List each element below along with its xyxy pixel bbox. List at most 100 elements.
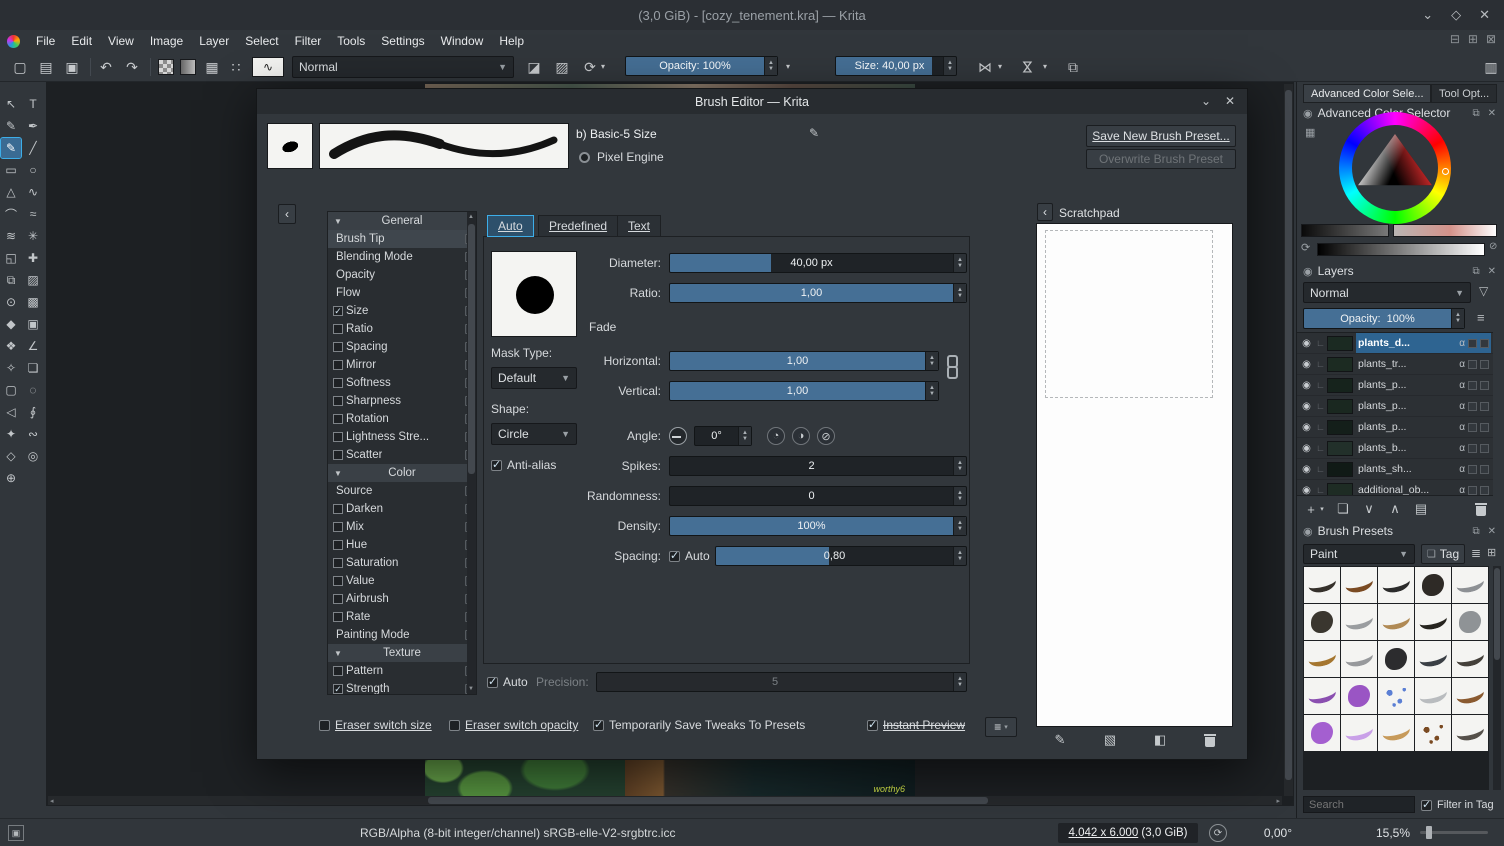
layer-row[interactable]: ◉ ∟ plants_p... α <box>1297 396 1493 417</box>
docker-settings-icon[interactable]: ◉ <box>1303 525 1313 538</box>
close-docker-icon[interactable]: ✕ <box>1488 108 1496 119</box>
angle-half-icon[interactable]: ◑ <box>792 427 810 445</box>
layer-main[interactable]: plants_p... α <box>1356 396 1491 416</box>
layer-row[interactable]: ◉ ∟ additional_ob... α <box>1297 480 1493 495</box>
eraser-mode-icon[interactable]: ◪ <box>524 58 544 76</box>
diameter-spinner[interactable]: ▲ ▼ <box>953 254 966 272</box>
dialog-options-menu-button[interactable]: ≡ ▾ <box>985 717 1017 737</box>
brush-preset-11[interactable] <box>1304 641 1340 677</box>
menu-settings[interactable]: Settings <box>373 34 432 48</box>
value-strip[interactable] <box>1301 224 1389 237</box>
brush-option-softness[interactable]: Softness <box>328 374 476 392</box>
save-document-icon[interactable]: ▣ <box>62 58 82 76</box>
layer-alpha-icon[interactable]: α <box>1459 422 1465 433</box>
angle-dial[interactable] <box>669 427 687 445</box>
brush-preset-9[interactable] <box>1415 604 1451 640</box>
tool-move[interactable]: ✚ <box>23 248 43 268</box>
menu-filter[interactable]: Filter <box>287 34 330 48</box>
brush-option-source[interactable]: Source <box>328 482 476 500</box>
brush-preset-1[interactable] <box>1304 567 1340 603</box>
canvas-horizontal-scrollbar[interactable]: ◂ ▸ <box>48 796 1282 805</box>
tool-color-sampler[interactable]: ⊙ <box>1 292 21 312</box>
move-layer-up-button[interactable]: ∧ <box>1385 500 1405 518</box>
menu-window[interactable]: Window <box>433 34 492 48</box>
ratio-slider[interactable]: 1,00 ▲ ▼ <box>669 283 967 303</box>
brush-option-lightness-stre[interactable]: Lightness Stre... <box>328 428 476 446</box>
collapse-options-button[interactable]: ‹ <box>278 204 296 224</box>
menu-select[interactable]: Select <box>237 34 286 48</box>
preserve-alpha-icon[interactable]: ▨ <box>552 58 572 76</box>
density-slider[interactable]: 100% ▲ ▼ <box>669 516 967 536</box>
brush-option-brush-tip[interactable]: Brush Tip <box>328 230 476 248</box>
option-checkbox[interactable]: ✓ <box>333 684 343 694</box>
layer-alpha-icon[interactable]: α <box>1459 380 1465 391</box>
docker-tab-advanced-color-sele[interactable]: Advanced Color Sele... <box>1303 84 1431 103</box>
tool-magnetic-select[interactable]: ∾ <box>23 424 43 444</box>
close-docker-icon[interactable]: ✕ <box>1488 266 1496 277</box>
brush-preset-15[interactable] <box>1452 641 1488 677</box>
brush-option-flow[interactable]: Flow <box>328 284 476 302</box>
layer-main[interactable]: plants_tr... α <box>1356 354 1491 374</box>
menu-tools[interactable]: Tools <box>329 34 373 48</box>
window-titlebar[interactable]: (3,0 GiB) - [cozy_tenement.kra] — Krita … <box>0 0 1504 30</box>
opacity-slider[interactable]: Opacity: 100% ▲ ▼ <box>625 56 778 76</box>
link-fade-icon[interactable] <box>945 355 958 379</box>
layer-lock-icon[interactable] <box>1480 443 1489 453</box>
layer-lock-icon[interactable] <box>1480 485 1489 495</box>
gradient-chooser-chip[interactable] <box>158 59 174 75</box>
color-wheel[interactable] <box>1339 112 1451 224</box>
option-checkbox[interactable] <box>333 522 343 532</box>
brush-option-strength[interactable]: ✓ Strength <box>328 680 476 694</box>
mask-type-combo[interactable]: Default ▼ <box>491 367 577 389</box>
layer-opacity-spinner[interactable]: ▲ ▼ <box>1451 309 1464 328</box>
tool-assistants[interactable]: ✧ <box>1 358 21 378</box>
option-checkbox[interactable] <box>333 378 343 388</box>
layer-visibility-icon[interactable]: ◉ <box>1300 401 1313 412</box>
angle-spinbox[interactable]: 0° ▲ ▼ <box>694 426 752 446</box>
scratchpad-collapse-button[interactable]: ‹ <box>1037 203 1053 221</box>
tab-text[interactable]: Text <box>617 215 662 237</box>
zoom-slider-handle[interactable] <box>1426 826 1432 839</box>
option-checkbox[interactable] <box>333 504 343 514</box>
layer-visibility-icon[interactable]: ◉ <box>1300 380 1313 391</box>
tool-rectangle[interactable]: ▭ <box>1 160 21 180</box>
tab-auto[interactable]: Auto <box>487 215 534 237</box>
float-docker-icon[interactable]: ⧉ <box>1472 266 1479 277</box>
spikes-spinner[interactable]: ▲ ▼ <box>953 457 966 475</box>
preset-display-icon[interactable]: ⊞ <box>1487 546 1496 559</box>
angle-reset-icon[interactable]: ⊘ <box>817 427 835 445</box>
duplicate-layer-button[interactable]: ❏ <box>1333 500 1353 518</box>
layer-opacity-slider[interactable]: Opacity: 100% ▲ ▼ <box>1303 308 1465 329</box>
section-collapse-icon[interactable]: ▼ <box>334 469 342 478</box>
layer-row[interactable]: ◉ ∟ plants_tr... α <box>1297 354 1493 375</box>
brush-option-hue[interactable]: Hue <box>328 536 476 554</box>
size-slider[interactable]: Size: 40,00 px ▲ ▼ <box>835 56 957 76</box>
tool-line[interactable]: ╱ <box>23 138 43 158</box>
refresh-colors-icon[interactable]: ⟳ <box>1301 241 1310 254</box>
option-checkbox[interactable] <box>333 612 343 622</box>
layer-lock-icon[interactable] <box>1480 464 1489 474</box>
layer-inherit-alpha-icon[interactable] <box>1468 338 1477 348</box>
layer-inherit-alpha-icon[interactable] <box>1468 464 1477 474</box>
preset-scrollbar[interactable] <box>1493 566 1501 790</box>
section-collapse-icon[interactable]: ▼ <box>334 217 342 226</box>
option-checkbox[interactable]: ✓ <box>333 306 343 316</box>
layer-visibility-icon[interactable]: ◉ <box>1300 422 1313 433</box>
scratchpad-fill-background-icon[interactable]: ◧ <box>1149 731 1171 749</box>
spacing-spinner[interactable]: ▲ ▼ <box>953 547 966 565</box>
brush-preset-6[interactable] <box>1304 604 1340 640</box>
dock-left-icon[interactable]: ⊟ <box>1450 32 1460 46</box>
tool-freehand-brush[interactable]: ✎ <box>0 137 22 159</box>
randomness-slider[interactable]: 0 ▲ ▼ <box>669 486 967 506</box>
brush-option-mix[interactable]: Mix <box>328 518 476 536</box>
image-dimensions-box[interactable]: 4.042 x 6.000 (3,0 GiB) <box>1058 823 1198 843</box>
close-icon[interactable]: ✕ <box>1479 7 1490 23</box>
menu-help[interactable]: Help <box>491 34 532 48</box>
new-document-icon[interactable]: ▢ <box>10 58 30 76</box>
brush-option-color[interactable]: ▼ Color <box>328 464 476 482</box>
mirror-vertical-icon[interactable]: ⋈ <box>1019 57 1037 77</box>
docker-tab-tool-opt[interactable]: Tool Opt... <box>1431 84 1498 103</box>
fade-vertical-slider[interactable]: 1,00 ▲ ▼ <box>669 381 939 401</box>
preset-view-mode-icon[interactable]: ≣ <box>1471 546 1481 560</box>
selection-mode-icon[interactable]: ▣ <box>8 825 24 841</box>
